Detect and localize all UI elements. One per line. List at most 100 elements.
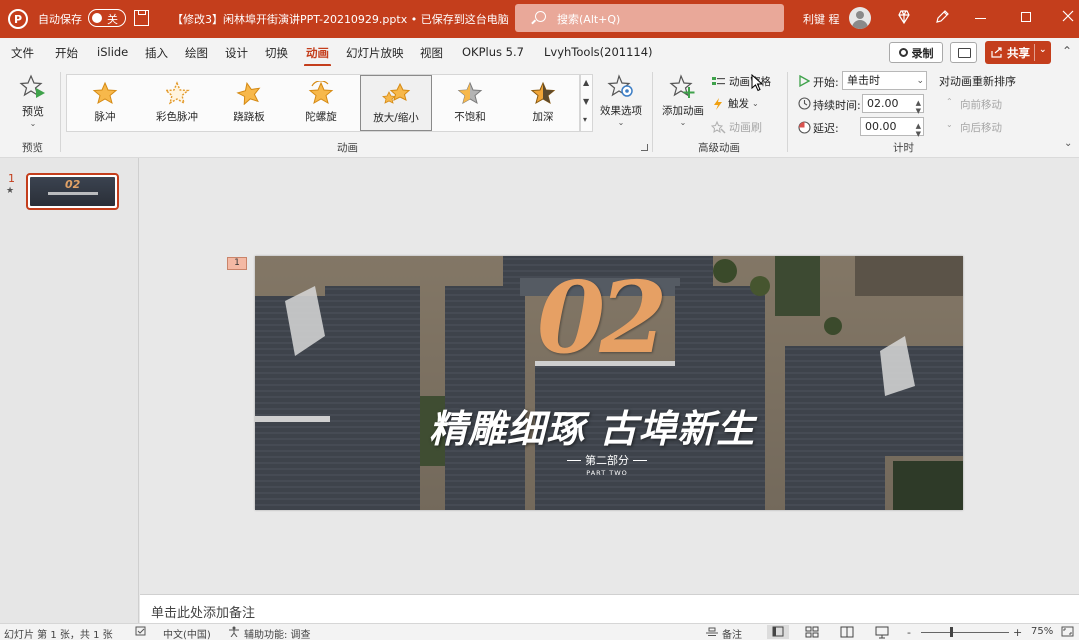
slideshow-button[interactable] bbox=[871, 625, 893, 639]
section-title: 第二部分 bbox=[585, 454, 629, 467]
animation-spin[interactable]: 陀螺旋 bbox=[285, 75, 357, 131]
notes-placeholder: 单击此处添加备注 bbox=[151, 606, 256, 621]
tab-islide[interactable]: iSlide bbox=[97, 45, 128, 59]
trigger-label: 触发 bbox=[728, 98, 749, 110]
zoom-in-button[interactable]: + bbox=[1013, 626, 1022, 639]
animation-label: 陀螺旋 bbox=[305, 111, 337, 123]
title-bar: P 自动保存 关 【修改3】闲林埠开街演讲PPT-20210929.pptx •… bbox=[0, 0, 1079, 38]
save-icon[interactable] bbox=[134, 10, 149, 26]
dialog-launcher-icon[interactable] bbox=[641, 144, 648, 151]
editing-canvas: 1 02 精雕细琢 古埠新生 第二部分 PART TWO bbox=[140, 158, 1079, 594]
chevron-down-icon: ⌄ bbox=[946, 120, 953, 129]
mouse-cursor-icon bbox=[751, 74, 763, 92]
scroll-down-icon[interactable]: ▼ bbox=[583, 97, 589, 106]
tab-okplus[interactable]: OKPlus 5.7 bbox=[462, 45, 524, 59]
reading-view-button[interactable] bbox=[836, 625, 858, 639]
language[interactable]: 中文(中国) bbox=[163, 626, 211, 640]
start-select[interactable]: 单击时 ⌄ bbox=[842, 71, 927, 90]
scroll-up-icon[interactable]: ▲ bbox=[583, 78, 589, 87]
zoom-slider-handle[interactable] bbox=[950, 627, 953, 637]
animation-grow-shrink[interactable]: 放大/缩小 bbox=[360, 75, 432, 131]
animation-gallery: 脉冲 彩色脉冲 跷跷板 陀螺旋 放大/缩小 不饱和 加深 bbox=[66, 74, 580, 132]
slide-sorter-button[interactable] bbox=[801, 625, 823, 639]
gallery-expand-icon[interactable]: ▾ bbox=[583, 115, 587, 124]
normal-view-button[interactable] bbox=[767, 625, 789, 639]
animation-painter-button[interactable]: 动画刷 bbox=[711, 119, 762, 135]
slide-section[interactable]: 第二部分 PART TWO bbox=[561, 452, 653, 477]
spellcheck-icon[interactable] bbox=[135, 626, 147, 640]
slide[interactable]: 02 精雕细琢 古埠新生 第二部分 PART TWO bbox=[255, 256, 963, 510]
spin-down-icon[interactable]: ▼ bbox=[916, 126, 921, 143]
diamond-icon[interactable] bbox=[896, 9, 912, 25]
section-subtitle: PART TWO bbox=[586, 469, 628, 477]
gallery-scroll[interactable]: ▲ ▼ ▾ bbox=[580, 74, 593, 132]
share-button[interactable]: 共享 ⌄ bbox=[985, 41, 1051, 64]
status-bar: 幻灯片 第 1 张，共 1 张 中文(中国) 辅助功能: 调查 备注 - + 7… bbox=[0, 623, 1079, 640]
user-name[interactable]: 利键 程 bbox=[803, 11, 840, 27]
search-box[interactable]: 搜索(Alt+Q) bbox=[515, 4, 784, 32]
start-value: 单击时 bbox=[847, 74, 880, 87]
comment-button[interactable] bbox=[950, 42, 977, 63]
trigger-button[interactable]: 触发 ⌄ bbox=[711, 96, 759, 111]
notes-pane[interactable]: 单击此处添加备注 bbox=[140, 594, 1079, 623]
preview-button[interactable]: 预览 ⌄ bbox=[18, 74, 48, 128]
pen-icon[interactable] bbox=[934, 9, 950, 25]
animation-darken[interactable]: 加深 bbox=[507, 75, 579, 131]
maximize-icon[interactable] bbox=[1021, 12, 1031, 22]
duration-label: 持续时间: bbox=[813, 99, 861, 112]
zoom-slider[interactable] bbox=[921, 632, 1009, 633]
record-button[interactable]: 录制 bbox=[889, 42, 943, 63]
animation-tag[interactable]: 1 bbox=[227, 257, 247, 270]
tab-lvyhtools[interactable]: LvyhTools(201114) bbox=[544, 45, 653, 59]
duration-input[interactable]: 02.00 ▲ ▼ bbox=[862, 94, 924, 115]
delay-clock-icon bbox=[798, 121, 811, 134]
animation-label: 跷跷板 bbox=[233, 111, 265, 123]
animation-pulse[interactable]: 脉冲 bbox=[69, 75, 141, 131]
search-icon bbox=[535, 11, 546, 22]
collapse-ribbon-icon[interactable]: ⌄ bbox=[1064, 138, 1072, 149]
move-earlier-button[interactable]: 向前移动 bbox=[960, 97, 1002, 112]
tab-transitions[interactable]: 切换 bbox=[265, 45, 288, 61]
effect-options-button[interactable]: 效果选项 ⌄ bbox=[598, 74, 644, 127]
accessibility-status[interactable]: 辅助功能: 调查 bbox=[244, 626, 311, 640]
chevron-down-icon: ⌄ bbox=[29, 119, 37, 128]
group-animations-label: 动画 bbox=[337, 142, 358, 154]
tab-file[interactable]: 文件 bbox=[11, 45, 34, 61]
avatar[interactable] bbox=[849, 7, 871, 29]
animation-desaturate[interactable]: 不饱和 bbox=[434, 75, 506, 131]
tab-slideshow[interactable]: 幻灯片放映 bbox=[346, 45, 404, 61]
add-animation-button[interactable]: 添加动画 ⌄ bbox=[659, 74, 707, 127]
animation-painter-icon bbox=[711, 120, 726, 134]
animation-label: 脉冲 bbox=[94, 111, 116, 123]
tab-animations[interactable]: 动画 bbox=[304, 45, 331, 67]
autosave-label: 自动保存 bbox=[38, 13, 82, 26]
slide-big-number[interactable]: 02 bbox=[537, 270, 667, 368]
expand-ribbon-icon[interactable]: ⌃ bbox=[1062, 44, 1072, 58]
autosave-toggle[interactable]: 关 bbox=[88, 9, 126, 27]
powerpoint-window: P 自动保存 关 【修改3】闲林埠开街演讲PPT-20210929.pptx •… bbox=[0, 0, 1079, 640]
minimize-icon[interactable] bbox=[975, 18, 986, 19]
effect-options-icon bbox=[607, 74, 633, 97]
chevron-down-icon[interactable]: ⌄ bbox=[1039, 45, 1047, 55]
animation-teeter[interactable]: 跷跷板 bbox=[213, 75, 285, 131]
tab-home[interactable]: 开始 bbox=[55, 45, 78, 61]
notes-button[interactable]: 备注 bbox=[722, 626, 742, 640]
close-icon[interactable] bbox=[1062, 10, 1074, 22]
tab-draw[interactable]: 绘图 bbox=[185, 45, 208, 61]
animation-color-pulse[interactable]: 彩色脉冲 bbox=[141, 75, 213, 131]
slide-thumbnail[interactable]: 02 bbox=[26, 173, 119, 210]
document-title[interactable]: 【修改3】闲林埠开街演讲PPT-20210929.pptx • 已保存到这台电脑 bbox=[172, 11, 509, 27]
move-later-button[interactable]: 向后移动 bbox=[960, 120, 1002, 135]
slide-headline[interactable]: 精雕细琢 古埠新生 bbox=[429, 398, 755, 453]
fit-to-window-icon[interactable] bbox=[1061, 626, 1074, 640]
notes-icon[interactable] bbox=[705, 626, 719, 640]
add-animation-label: 添加动画 bbox=[662, 105, 704, 117]
tab-view[interactable]: 视图 bbox=[420, 45, 443, 61]
delay-input[interactable]: 00.00 ▲ ▼ bbox=[860, 117, 924, 138]
zoom-level[interactable]: 75% bbox=[1031, 626, 1053, 637]
slideshow-icon bbox=[875, 626, 889, 639]
accessibility-icon[interactable] bbox=[228, 626, 240, 640]
tab-insert[interactable]: 插入 bbox=[145, 45, 168, 61]
zoom-out-button[interactable]: - bbox=[907, 626, 911, 639]
tab-design[interactable]: 设计 bbox=[225, 45, 248, 61]
